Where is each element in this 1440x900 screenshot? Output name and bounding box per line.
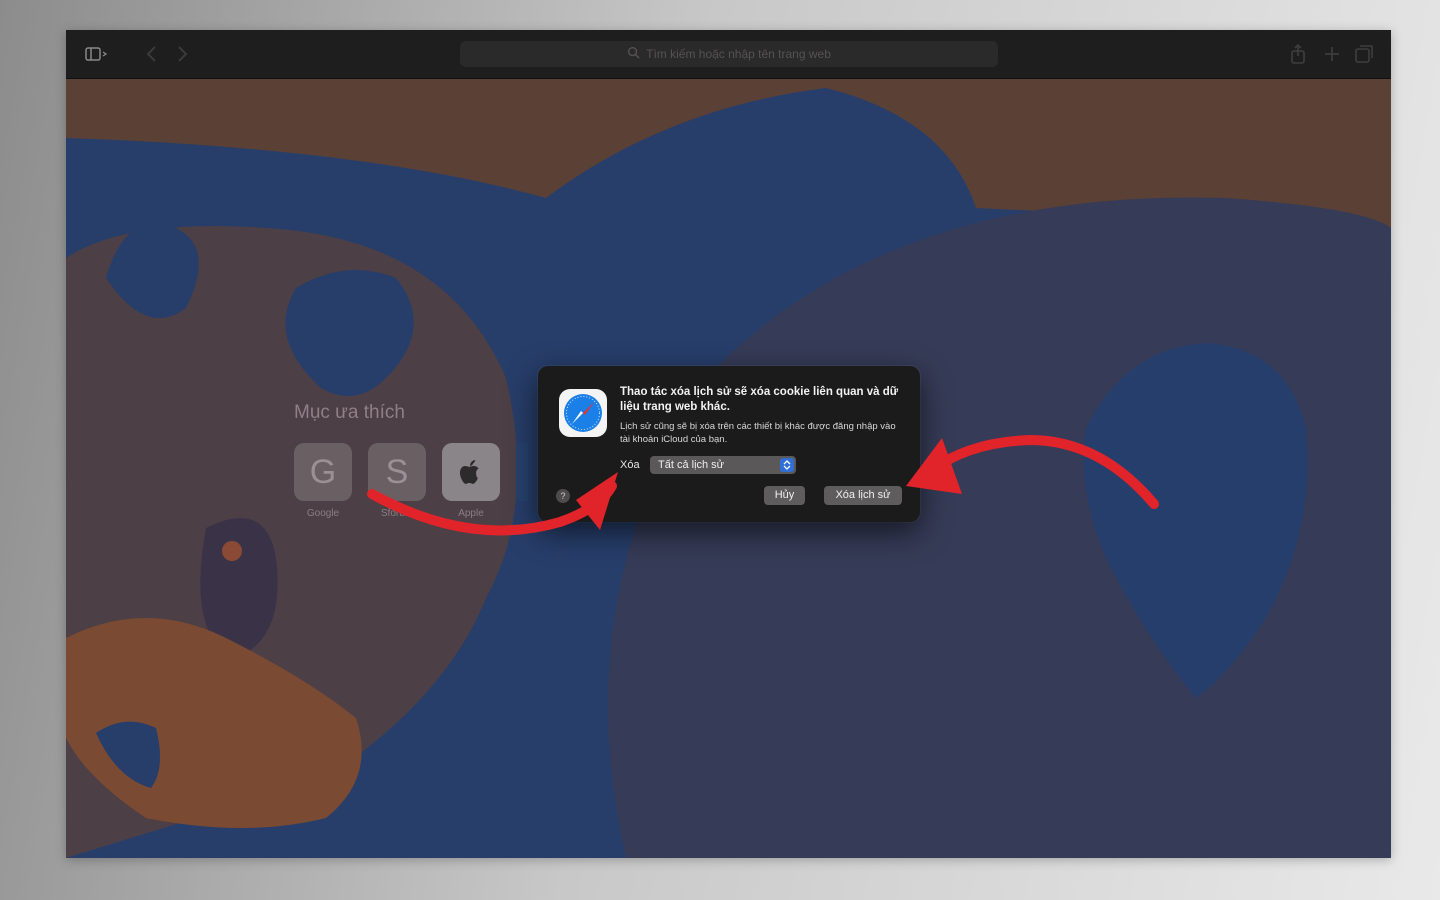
safari-icon bbox=[558, 388, 608, 438]
favorite-label: Google bbox=[306, 508, 340, 519]
back-icon[interactable] bbox=[140, 42, 164, 66]
favorite-apple[interactable]: Apple bbox=[441, 443, 501, 519]
tab-overview-icon[interactable] bbox=[1352, 42, 1376, 66]
apple-logo-icon bbox=[442, 443, 500, 501]
favorite-tile: G bbox=[294, 443, 352, 501]
clear-history-dialog: Thao tác xóa lịch sử sẽ xóa cookie liên … bbox=[538, 366, 920, 522]
favorite-google[interactable]: G Google bbox=[293, 443, 353, 519]
search-icon bbox=[627, 46, 640, 62]
clear-range-value: Tất cả lịch sử bbox=[658, 459, 725, 471]
favorite-sforum[interactable]: S Sforum bbox=[367, 443, 427, 519]
address-placeholder: Tìm kiếm hoặc nhập tên trang web bbox=[646, 47, 831, 61]
new-tab-icon[interactable] bbox=[1320, 42, 1344, 66]
chevron-up-down-icon bbox=[780, 458, 794, 472]
sidebar-icon[interactable] bbox=[84, 42, 108, 66]
favorites-heading: Mục ưa thích bbox=[294, 402, 405, 423]
browser-toolbar: Tìm kiếm hoặc nhập tên trang web bbox=[66, 30, 1391, 79]
forward-icon[interactable] bbox=[170, 42, 194, 66]
cancel-button[interactable]: Hủy bbox=[764, 486, 805, 505]
favorite-tile-partial bbox=[516, 443, 528, 501]
favorite-label: Apple bbox=[458, 508, 484, 519]
browser-window: Tìm kiếm hoặc nhập tên trang web Mục ưa … bbox=[66, 30, 1391, 858]
dialog-description: Lịch sử cũng sẽ bị xóa trên các thiết bị… bbox=[620, 421, 896, 445]
address-bar[interactable]: Tìm kiếm hoặc nhập tên trang web bbox=[460, 41, 998, 67]
help-button[interactable]: ? bbox=[556, 489, 570, 503]
clear-history-button[interactable]: Xóa lịch sử bbox=[824, 486, 902, 505]
clear-range-select[interactable]: Tất cả lịch sử bbox=[650, 456, 796, 474]
share-icon[interactable] bbox=[1286, 42, 1310, 66]
dialog-title: Thao tác xóa lịch sử sẽ xóa cookie liên … bbox=[620, 386, 899, 413]
favorite-tile: S bbox=[368, 443, 426, 501]
favorite-label: Sforum bbox=[380, 508, 414, 519]
clear-range-label: Xóa bbox=[620, 459, 640, 471]
